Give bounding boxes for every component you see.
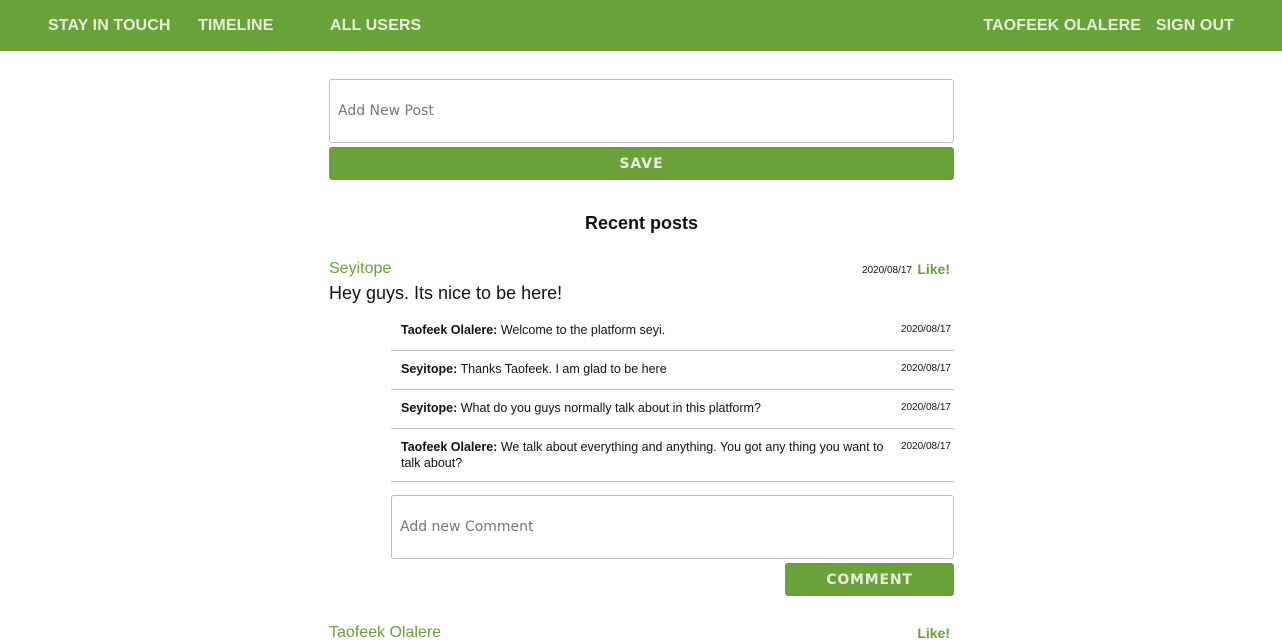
comment-text: What do you guys normally talk about in … [460, 401, 761, 415]
comment-author: Seyitope: [401, 401, 458, 415]
post-author-link[interactable]: Taofeek Olalere [329, 624, 441, 642]
brand-link[interactable]: STAY IN TOUCH [48, 0, 171, 51]
comment-date: 2020/08/17 [900, 324, 951, 335]
comment-date: 2020/08/17 [900, 441, 951, 452]
comment-item: Seyitope: What do you guys normally talk… [391, 390, 954, 429]
timeline-link[interactable]: TIMELINE [198, 0, 273, 51]
comment-author: Taofeek Olalere: [401, 323, 498, 337]
comment-submit-button[interactable]: COMMENT [785, 563, 954, 596]
comment-author: Taofeek Olalere: [401, 440, 498, 454]
comment-list: Taofeek Olalere: Welcome to the platform… [391, 312, 954, 482]
new-comment-input[interactable] [391, 495, 954, 559]
recent-posts-title: Recent posts [584, 213, 699, 233]
post-date: 2020/08/17 [861, 265, 912, 276]
top-navbar: STAY IN TOUCH TIMELINE ALL USERS TAOFEEK… [0, 0, 1282, 51]
comment-item: Seyitope: Thanks Taofeek. I am glad to b… [391, 351, 954, 390]
new-post-input[interactable] [329, 79, 954, 143]
like-button[interactable]: Like! [917, 261, 950, 277]
comment-item: Taofeek Olalere: Welcome to the platform… [391, 312, 954, 351]
save-post-button[interactable]: SAVE [329, 147, 954, 180]
all-users-link[interactable]: ALL USERS [330, 0, 421, 51]
comment-date: 2020/08/17 [900, 363, 951, 374]
post-body: Hey guys. Its nice to be here! [329, 283, 563, 303]
comment-item: Taofeek Olalere: We talk about everythin… [391, 429, 954, 482]
comment-author: Seyitope: [401, 362, 458, 376]
comment-text: Thanks Taofeek. I am glad to be here [460, 362, 667, 376]
sign-out-link[interactable]: SIGN OUT [1156, 0, 1234, 51]
comment-text: Welcome to the platform seyi. [500, 323, 666, 337]
comment-date: 2020/08/17 [900, 402, 951, 413]
post-author-link[interactable]: Seyitope [329, 260, 391, 278]
like-button[interactable]: Like! [917, 625, 950, 641]
current-user-link[interactable]: TAOFEEK OLALERE [983, 0, 1141, 51]
